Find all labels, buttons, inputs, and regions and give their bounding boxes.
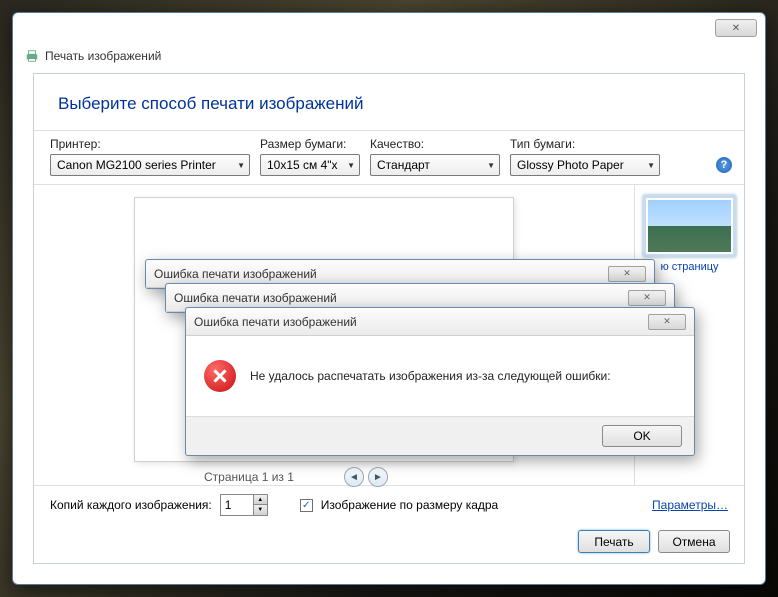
config-row: Принтер: Canon MG2100 series Printer ▼ Р… <box>34 130 744 185</box>
paper-type-value: Glossy Photo Paper <box>517 158 624 172</box>
paper-type-label: Тип бумаги: <box>510 137 660 151</box>
print-button[interactable]: Печать <box>578 530 650 553</box>
error-message: Не удалось распечатать изображения из-за… <box>250 369 611 383</box>
copies-down[interactable]: ▼ <box>253 505 267 515</box>
quality-dropdown[interactable]: Стандарт ▼ <box>370 154 500 176</box>
error-icon <box>204 360 236 392</box>
error-close-button[interactable]: ✕ <box>648 314 686 330</box>
paper-type-dropdown[interactable]: Glossy Photo Paper ▼ <box>510 154 660 176</box>
window-title: Печать изображений <box>45 49 161 63</box>
cancel-button[interactable]: Отмена <box>658 530 730 553</box>
error-title: Ошибка печати изображений <box>154 267 317 281</box>
paper-size-dropdown[interactable]: 10x15 см 4"x ▼ <box>260 154 360 176</box>
error-close-button[interactable]: ✕ <box>628 290 666 306</box>
printer-value: Canon MG2100 series Printer <box>57 158 216 172</box>
window-header: Печать изображений <box>25 49 161 63</box>
quality-label: Качество: <box>370 137 500 151</box>
chevron-down-icon: ▼ <box>231 161 245 170</box>
help-icon[interactable]: ? <box>716 157 732 173</box>
error-title: Ошибка печати изображений <box>194 315 357 329</box>
layout-thumbnail[interactable] <box>643 195 736 257</box>
paper-size-value: 10x15 см 4"x <box>267 158 338 172</box>
error-ok-button[interactable]: OK <box>602 425 682 447</box>
error-dialog-3: Ошибка печати изображений ✕ Не удалось р… <box>185 307 695 456</box>
printer-icon <box>25 49 39 63</box>
bottom-bar: Копий каждого изображения: 1 ▲ ▼ ✓ Изобр… <box>34 485 744 524</box>
page-heading: Выберите способ печати изображений <box>34 74 744 130</box>
copies-input[interactable]: 1 ▲ ▼ <box>220 494 268 516</box>
error-close-button[interactable]: ✕ <box>608 266 646 282</box>
parameters-link[interactable]: Параметры… <box>652 498 728 512</box>
action-bar: Печать Отмена <box>578 530 730 553</box>
chevron-down-icon: ▼ <box>341 161 355 170</box>
copies-up[interactable]: ▲ <box>253 495 267 505</box>
prev-page-button[interactable]: ◄ <box>344 467 364 487</box>
paper-size-label: Размер бумаги: <box>260 137 360 151</box>
window-close-button[interactable]: ✕ <box>715 19 757 37</box>
error-title: Ошибка печати изображений <box>174 291 337 305</box>
chevron-down-icon: ▼ <box>481 161 495 170</box>
copies-label: Копий каждого изображения: <box>50 498 212 512</box>
next-page-button[interactable]: ► <box>368 467 388 487</box>
chevron-down-icon: ▼ <box>641 161 655 170</box>
printer-label: Принтер: <box>50 137 250 151</box>
page-indicator: Страница 1 из 1 <box>204 470 294 484</box>
thumbnail-image <box>648 200 731 252</box>
quality-value: Стандарт <box>377 158 430 172</box>
copies-value: 1 <box>221 498 253 512</box>
printer-dropdown[interactable]: Canon MG2100 series Printer ▼ <box>50 154 250 176</box>
fit-label: Изображение по размеру кадра <box>321 498 498 512</box>
fit-checkbox[interactable]: ✓ <box>300 499 313 512</box>
